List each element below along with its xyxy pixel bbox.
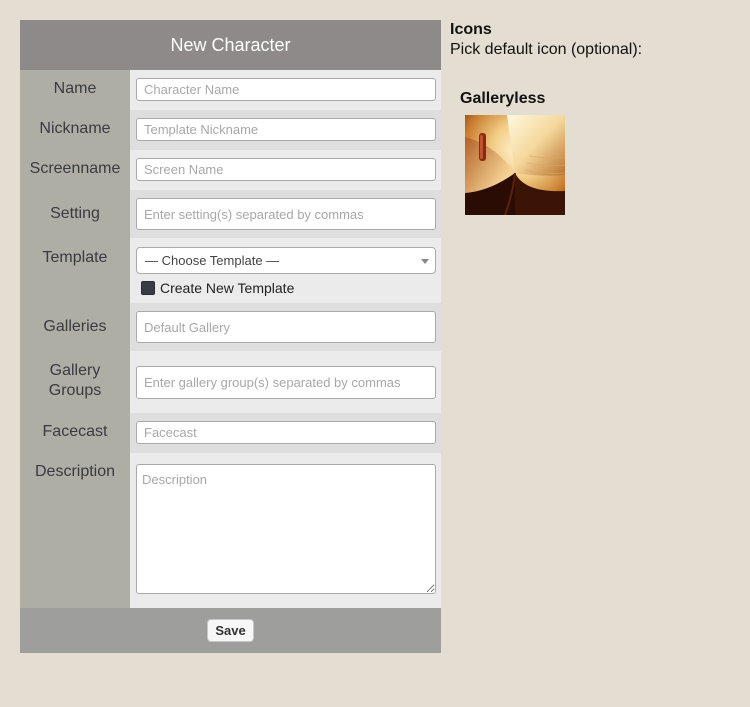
name-row: Name [20,70,441,110]
open-book-icon[interactable] [465,115,565,215]
galleries-label: Galleries [20,303,130,351]
galleries-input[interactable] [136,311,436,343]
open-book-icon-image [465,115,565,215]
description-textarea[interactable] [136,464,436,594]
template-label: Template [20,238,130,303]
screenname-row: Screenname [20,150,441,190]
setting-input[interactable] [136,198,436,230]
description-label: Description [20,453,130,608]
template-row: Template — Choose Template — Create New … [20,238,441,303]
gallery-groups-input[interactable] [136,366,436,399]
facecast-input[interactable] [136,421,436,444]
gallery-groups-row: Gallery Groups [20,351,441,413]
create-new-template-option: Create New Template [136,280,436,296]
name-input[interactable] [136,78,436,101]
save-button[interactable]: Save [207,619,254,642]
icons-section: Icons Pick default icon (optional): [450,20,642,60]
galleries-row: Galleries [20,303,441,351]
new-character-form: New Character Name Nickname Screenname S… [20,20,441,653]
nickname-label: Nickname [20,110,130,150]
gallery-groups-label-line2: Groups [48,382,102,399]
form-footer: Save [20,608,441,653]
setting-row: Setting [20,190,441,238]
facecast-row: Facecast [20,413,441,453]
screenname-label: Screenname [20,150,130,190]
template-select-value: — Choose Template — [145,253,280,268]
chevron-down-icon [421,259,429,264]
setting-label: Setting [20,190,130,238]
create-new-template-checkbox[interactable] [141,281,155,295]
create-new-template-label[interactable]: Create New Template [160,280,294,296]
nickname-input[interactable] [136,118,436,141]
facecast-label: Facecast [20,413,130,453]
icons-heading: Icons [450,21,492,38]
icons-instructions: Pick default icon (optional): [450,41,643,58]
name-label: Name [20,70,130,110]
form-title: New Character [20,20,441,70]
gallery-name: Galleryless [460,90,546,107]
nickname-row: Nickname [20,110,441,150]
description-row: Description [20,453,441,608]
screenname-input[interactable] [136,158,436,181]
gallery-groups-label-line1: Gallery [49,362,101,379]
template-select[interactable]: — Choose Template — [136,247,436,274]
